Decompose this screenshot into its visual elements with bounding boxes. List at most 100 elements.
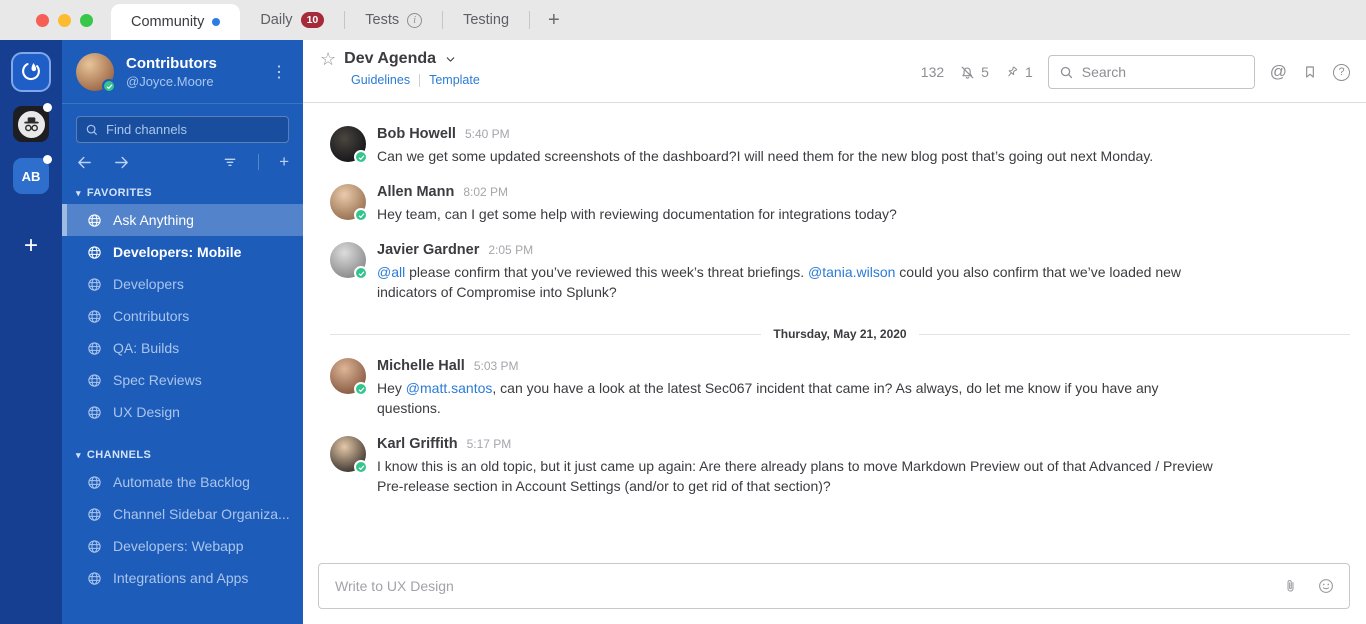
at-mention-icon[interactable]: @ (1270, 62, 1287, 82)
message-author[interactable]: Michelle Hall (377, 358, 465, 374)
new-tab-button[interactable]: + (530, 9, 578, 32)
close-window-button[interactable] (36, 13, 49, 27)
add-server-button[interactable]: + (24, 232, 38, 260)
channel-automate-the-backlog[interactable]: Automate the Backlog (62, 466, 303, 498)
tab-daily[interactable]: Daily 10 (240, 0, 344, 40)
message-allen-mann[interactable]: Allen Mann 8:02 PM Hey team, can I get s… (303, 175, 1366, 233)
globe-icon (88, 309, 101, 323)
avatar[interactable] (330, 184, 368, 222)
divider (258, 154, 260, 170)
mattermost-logo-icon (20, 61, 42, 83)
online-badge-icon (354, 460, 368, 474)
pinned-count[interactable]: 1 (1004, 64, 1033, 80)
online-badge-icon (354, 382, 368, 396)
user-handle: @Joyce.Moore (126, 74, 214, 89)
find-channels-input[interactable] (106, 122, 280, 137)
incognito-avatar-icon (17, 110, 45, 138)
mention-link[interactable]: @all (377, 264, 405, 280)
message-author[interactable]: Karl Griffith (377, 436, 458, 452)
globe-icon (88, 341, 101, 355)
globe-icon (88, 475, 101, 489)
globe-icon (88, 405, 101, 419)
channel-title[interactable]: Dev Agenda (344, 50, 436, 68)
channel-sidebar: Contributors @Joyce.Moore ⋮ + (62, 40, 303, 624)
muted-count[interactable]: 5 (959, 64, 989, 81)
header-link-template[interactable]: Template (429, 73, 480, 87)
tab-tests[interactable]: Tests i (345, 0, 442, 40)
emoji-icon[interactable] (1317, 577, 1335, 595)
notification-dot (43, 103, 52, 112)
channel-view: ☆ Dev Agenda Guidelines Template 132 5 1… (303, 40, 1366, 624)
server-ab[interactable]: AB (13, 155, 52, 194)
forward-arrow-icon[interactable] (113, 154, 130, 171)
search-box[interactable] (1047, 55, 1255, 89)
tab-testing[interactable]: Testing (443, 0, 529, 40)
message-karl-griffith[interactable]: Karl Griffith 5:17 PM I know this is an … (303, 427, 1366, 505)
add-channel-icon[interactable]: + (279, 152, 289, 172)
member-count[interactable]: 132 (921, 64, 944, 80)
find-channels-box[interactable] (76, 116, 289, 143)
avatar[interactable] (330, 126, 368, 164)
globe-icon (88, 539, 101, 553)
mention-count-badge: 10 (300, 12, 325, 28)
message-composer[interactable] (318, 563, 1350, 609)
message-text: I know this is an old topic, but it just… (377, 458, 1213, 494)
message-text: Can we get some updated screenshots of t… (377, 148, 1154, 164)
server-incognito[interactable] (13, 103, 52, 142)
channel-developers[interactable]: Developers (62, 268, 303, 300)
message-text: @all please confirm that you’ve reviewed… (377, 264, 1182, 300)
chevron-down-icon[interactable] (444, 53, 457, 66)
tab-label: Daily (260, 12, 293, 28)
paperclip-icon[interactable] (1282, 578, 1299, 595)
kebab-menu-icon[interactable]: ⋮ (267, 62, 291, 82)
channel-qa-builds[interactable]: QA: Builds (62, 332, 303, 364)
help-icon[interactable]: ? (1333, 63, 1350, 81)
mention-link[interactable]: @tania.wilson (808, 264, 895, 280)
channel-spec-reviews[interactable]: Spec Reviews (62, 364, 303, 396)
message-time: 8:02 PM (463, 185, 509, 199)
tab-community[interactable]: Community (111, 4, 241, 40)
message-michelle-hall[interactable]: Michelle Hall 5:03 PM Hey @matt.santos, … (303, 349, 1366, 427)
window-controls (0, 0, 111, 40)
message-text: Hey @matt.santos, can you have a look at… (377, 380, 1159, 416)
channel-developers-mobile[interactable]: Developers: Mobile (62, 236, 303, 268)
notification-dot (43, 155, 52, 164)
team-header[interactable]: Contributors @Joyce.Moore ⋮ (62, 40, 303, 104)
search-input[interactable] (1081, 64, 1244, 80)
section-channels[interactable]: ▾ CHANNELS (62, 428, 303, 466)
channel-sidebar-organization[interactable]: Channel Sidebar Organiza... (62, 498, 303, 530)
avatar[interactable] (330, 436, 368, 474)
message-author[interactable]: Allen Mann (377, 184, 454, 200)
online-badge-icon (102, 79, 116, 93)
tab-label: Tests (365, 12, 400, 28)
tab-label: Testing (463, 12, 510, 28)
mention-link[interactable]: @matt.santos (406, 380, 493, 396)
channel-contributors[interactable]: Contributors (62, 300, 303, 332)
message-bob-howell[interactable]: Bob Howell 5:40 PM Can we get some updat… (303, 117, 1366, 175)
message-author[interactable]: Javier Gardner (377, 242, 479, 258)
window-titlebar: Community Daily 10 Tests i Testing + (0, 0, 1366, 40)
avatar[interactable] (330, 242, 368, 280)
channel-integrations-and-apps[interactable]: Integrations and Apps (62, 562, 303, 594)
channel-ask-anything[interactable]: Ask Anything (62, 204, 303, 236)
server-community[interactable] (13, 54, 49, 90)
message-author[interactable]: Bob Howell (377, 126, 456, 142)
online-badge-icon (354, 150, 368, 164)
message-javier-gardner[interactable]: Javier Gardner 2:05 PM @all please confi… (303, 233, 1366, 311)
message-input[interactable] (335, 578, 1282, 594)
back-arrow-icon[interactable] (76, 154, 93, 171)
message-time: 5:40 PM (464, 127, 510, 141)
header-link-guidelines[interactable]: Guidelines (351, 73, 410, 87)
section-favorites[interactable]: ▾ FAVORITES (62, 174, 303, 204)
channel-ux-design[interactable]: UX Design (62, 396, 303, 428)
avatar[interactable] (330, 358, 368, 396)
channel-developers-webapp[interactable]: Developers: Webapp (62, 530, 303, 562)
bookmark-icon[interactable] (1302, 64, 1318, 80)
star-icon[interactable]: ☆ (320, 50, 336, 68)
tab-label: Community (131, 14, 205, 30)
filter-icon[interactable] (222, 154, 238, 170)
globe-icon (88, 245, 101, 259)
zoom-window-button[interactable] (80, 13, 93, 27)
minimize-window-button[interactable] (58, 13, 71, 27)
globe-icon (88, 571, 101, 585)
